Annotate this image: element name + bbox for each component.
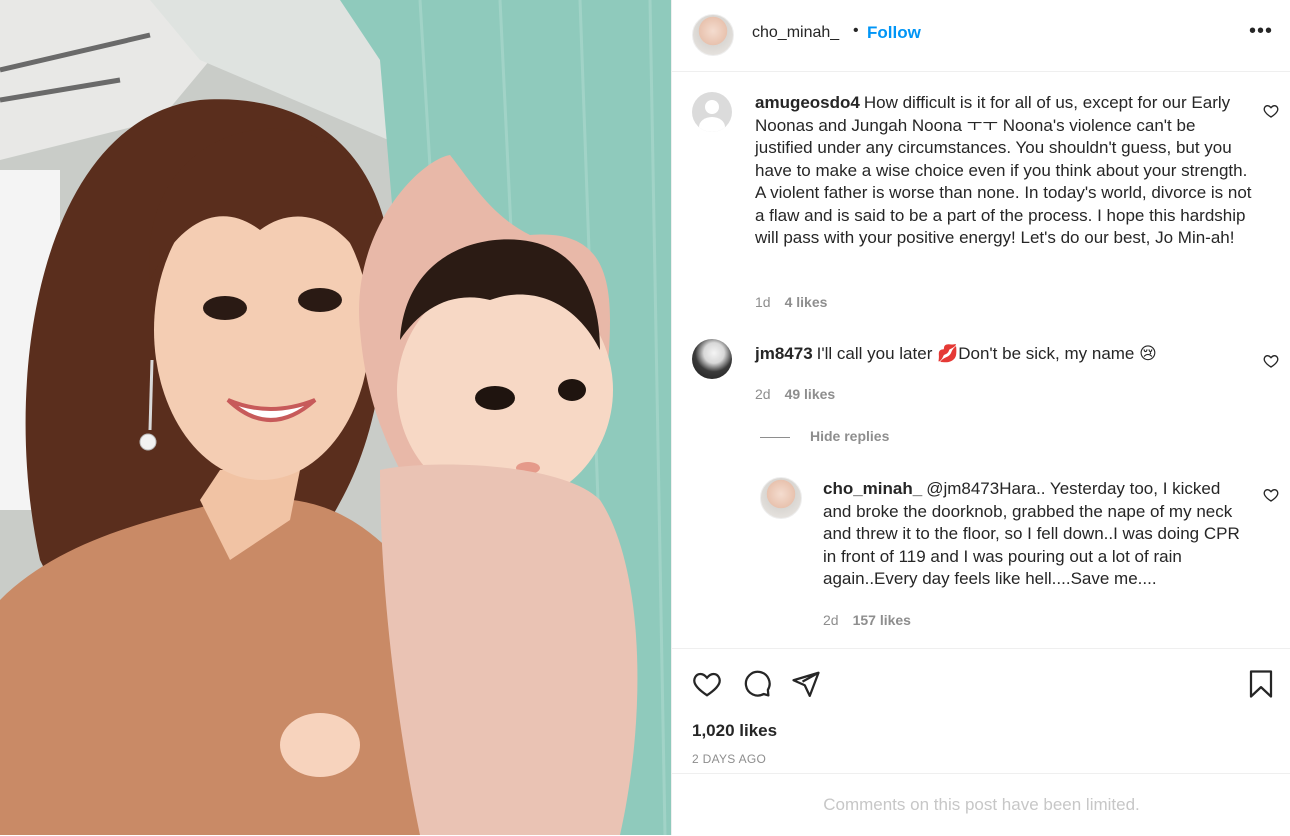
comment-meta: 1d 4 likes <box>755 294 827 310</box>
comment-body: jm8473 I'll call you later 💋Don't be sick… <box>755 343 1255 366</box>
post-likes-count[interactable]: 1,020 likes <box>692 721 777 741</box>
bookmark-icon[interactable] <box>1248 669 1274 699</box>
heart-icon[interactable] <box>691 669 723 699</box>
post-dialog: cho_minah_ • Follow ••• amugeosdo4 How di… <box>0 0 1290 835</box>
reply-age[interactable]: 2d <box>823 612 839 628</box>
comment-meta: 2d 49 likes <box>755 386 835 402</box>
reply-likes[interactable]: 157 likes <box>853 612 911 628</box>
paper-plane-icon[interactable] <box>791 669 821 699</box>
comment-like-heart-icon[interactable] <box>1263 353 1279 369</box>
comment-bubble-icon[interactable] <box>742 669 772 699</box>
reply-body: cho_minah_ @jm8473Hara.. Yesterday too, I… <box>823 478 1253 591</box>
comments-limited-notice: Comments on this post have been limited. <box>672 773 1290 835</box>
follow-button[interactable]: Follow <box>867 23 921 43</box>
commenter-avatar[interactable] <box>692 339 732 379</box>
more-options-icon[interactable]: ••• <box>1249 20 1273 43</box>
photo-illustration <box>0 0 671 835</box>
post-timestamp[interactable]: 2 DAYS AGO <box>692 752 766 766</box>
comment-username[interactable]: amugeosdo4 <box>755 93 860 112</box>
comments-list[interactable]: amugeosdo4 How difficult is it for all of… <box>672 72 1290 647</box>
comment-body: amugeosdo4 How difficult is it for all of… <box>755 92 1255 250</box>
comment-age[interactable]: 2d <box>755 386 771 402</box>
hide-replies-label: Hide replies <box>810 428 890 444</box>
commenter-avatar[interactable] <box>692 92 732 132</box>
comment-age[interactable]: 1d <box>755 294 771 310</box>
comment-text: I'll call you later 💋Don't be sick, my n… <box>816 344 1157 363</box>
comment-like-heart-icon[interactable] <box>1263 103 1279 119</box>
comment-username[interactable]: jm8473 <box>755 344 813 363</box>
comment-likes[interactable]: 49 likes <box>785 386 836 402</box>
comment-likes[interactable]: 4 likes <box>785 294 828 310</box>
post-header: cho_minah_ • Follow ••• <box>672 0 1290 72</box>
reply-like-heart-icon[interactable] <box>1263 487 1279 503</box>
post-actions: 1,020 likes 2 DAYS AGO <box>672 648 1290 773</box>
header-separator: • <box>853 22 859 39</box>
author-avatar[interactable] <box>692 14 734 56</box>
post-sidebar: cho_minah_ • Follow ••• amugeosdo4 How di… <box>671 0 1290 835</box>
reply-avatar[interactable] <box>760 477 802 519</box>
reply-username[interactable]: cho_minah_ <box>823 479 922 498</box>
reply-meta: 2d 157 likes <box>823 612 911 628</box>
comment-text: How difficult is it for all of us, excep… <box>755 93 1252 247</box>
hide-replies-line <box>760 436 790 438</box>
hide-replies-button[interactable]: Hide replies <box>760 428 889 444</box>
post-photo[interactable] <box>0 0 671 835</box>
author-username[interactable]: cho_minah_ <box>752 24 839 42</box>
